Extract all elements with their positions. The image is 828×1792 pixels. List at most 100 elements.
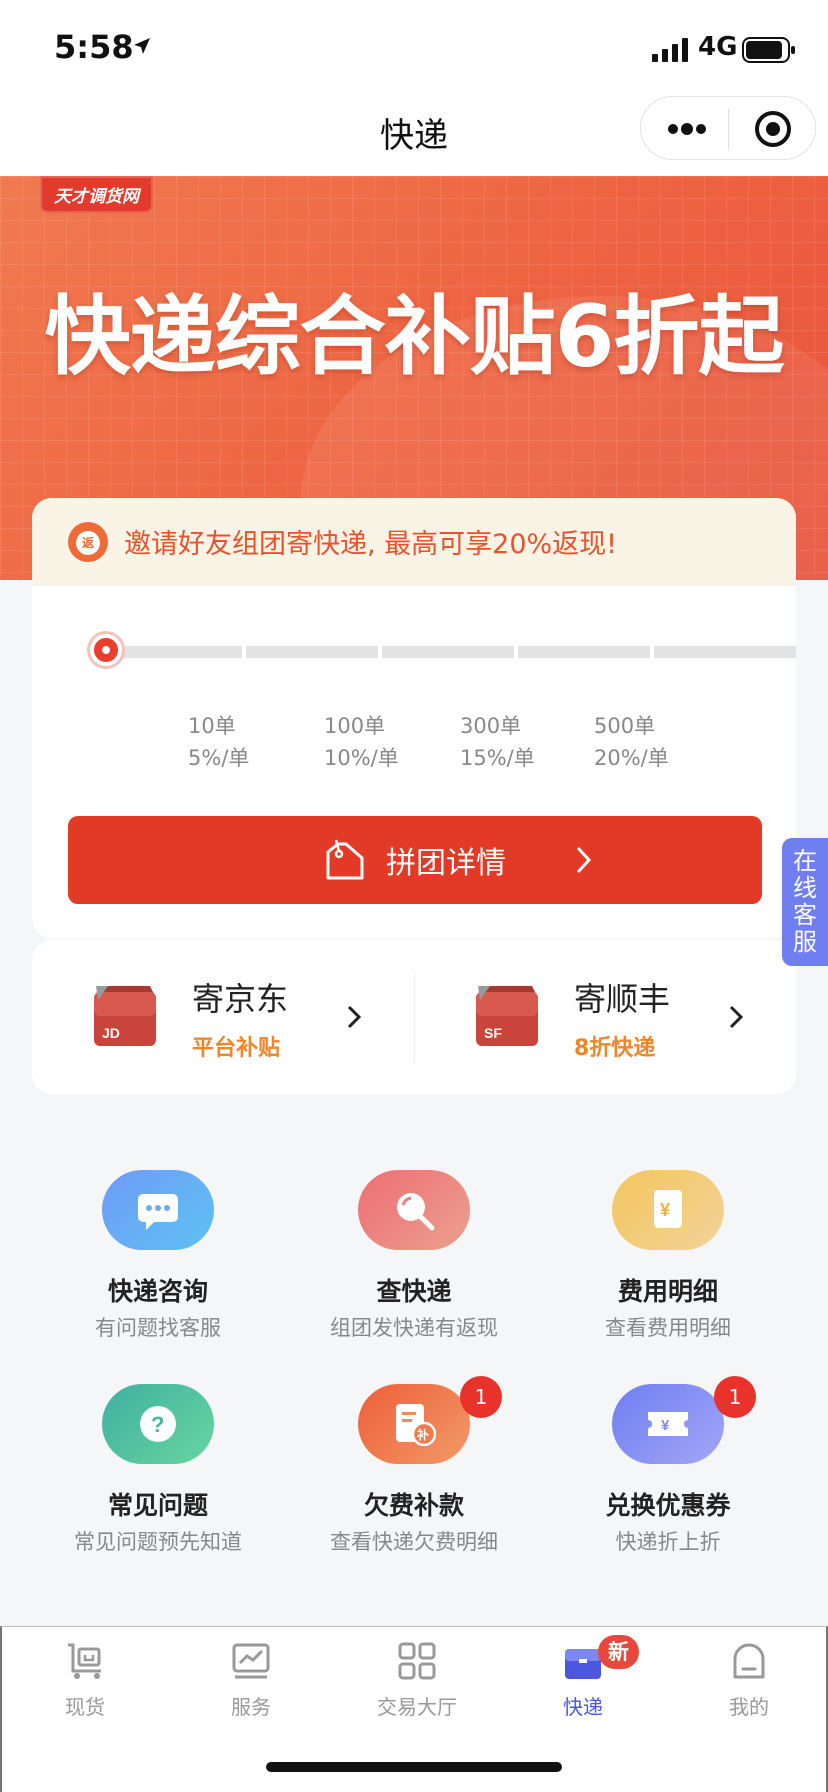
service-title: 费用明细 [617,1277,718,1306]
tier-orders: 100单 [324,714,386,738]
svg-text:?: ? [151,1412,164,1437]
courier-subtitle: 平台补贴 [192,1036,281,1061]
online-support-button[interactable]: 在线 客服 [782,838,828,966]
invite-strip[interactable]: 返 邀请好友组团寄快递, 最高可享20%返现! [32,498,796,586]
svg-text:补: 补 [416,1427,429,1442]
mini-program-capsule [640,96,816,160]
progress-marker [90,634,122,666]
network-type: 4G [698,32,738,62]
notification-badge: 1 [460,1376,502,1418]
banner-headline: 快递综合补贴6折起 [44,287,785,387]
coupon-icon: ¥ [612,1384,724,1464]
service-bill[interactable]: ¥ 费用明细 查看费用明细 [558,1170,778,1350]
service-faq[interactable]: ? 常见问题 常见问题预先知道 [48,1384,268,1564]
cashback-icon: 返 [68,522,108,562]
status-bar: 5:58 4G [0,0,828,96]
tier-item: 500单 20%/单 [594,710,669,774]
chart-icon [232,1643,270,1679]
courier-jd[interactable]: JD 寄京东 平台补贴 [32,940,414,1094]
tab-profile[interactable]: 我的 [666,1641,828,1731]
service-coupon[interactable]: ¥ 1 兑换优惠券 快递折上折 [558,1376,778,1564]
tab-label: 服务 [231,1695,271,1719]
service-subtitle: 有问题找客服 [95,1316,221,1340]
chat-icon [102,1170,214,1250]
battery-icon [742,37,795,63]
courier-subtitle: 8折快递 [574,1036,656,1061]
service-consult[interactable]: 快递咨询 有问题找客服 [48,1170,268,1350]
cart-icon [68,1643,101,1679]
svg-text:¥: ¥ [660,1200,670,1220]
group-details-label: 拼团详情 [386,846,506,881]
brand-logo: 天才调货网 [40,176,153,213]
chevron-right-icon [576,846,592,874]
tab-spot-goods[interactable]: 现货 [2,1641,168,1731]
service-title: 查快递 [376,1277,452,1306]
nav-bar: 快递 [0,96,828,176]
tab-express[interactable]: 新 快递 [500,1635,666,1731]
progress-segment [518,646,650,658]
repay-icon: 补 [358,1384,470,1464]
more-icon[interactable] [665,113,709,145]
grid-icon [398,1642,436,1680]
courier-name: 寄京东 [192,980,289,1018]
tier-rate: 10%/单 [324,746,399,770]
svg-text:¥: ¥ [661,1417,670,1434]
jd-box-icon: JD [94,986,156,1046]
service-subtitle: 查看快递欠费明细 [330,1530,498,1554]
new-badge: 新 [598,1635,639,1669]
tier-orders: 10单 [188,714,236,738]
service-title: 常见问题 [107,1491,208,1520]
tier-rate: 20%/单 [594,746,669,770]
service-subtitle: 组团发快递有返现 [330,1316,498,1340]
tab-label: 快递 [563,1695,603,1719]
courier-sf[interactable]: SF 寄顺丰 8折快递 [414,940,796,1094]
service-subtitle: 快递折上折 [615,1530,721,1554]
profile-icon [733,1643,765,1679]
tier-orders: 300单 [460,714,522,738]
tab-label: 现货 [65,1695,105,1719]
home-indicator [266,1762,562,1772]
close-target-icon[interactable] [753,109,793,149]
service-subtitle: 查看费用明细 [605,1316,731,1340]
service-track[interactable]: 查快递 组团发快递有返现 [304,1170,524,1350]
tier-rate: 5%/单 [188,746,250,770]
location-arrow-icon [134,38,150,54]
service-title: 兑换优惠券 [605,1491,731,1520]
service-title: 欠费补款 [363,1491,464,1520]
notification-badge: 1 [714,1376,756,1418]
courier-name: 寄顺丰 [574,980,671,1018]
tier-rate: 15%/单 [460,746,535,770]
express-icon [565,1649,601,1679]
courier-card: JD 寄京东 平台补贴 SF 寄顺丰 8折快递 [32,940,796,1094]
price-tag-icon [326,839,364,880]
tier-item: 10单 5%/单 [188,710,249,774]
progress-segment [246,646,378,658]
tab-services[interactable]: 服务 [168,1641,334,1731]
tab-trading-hall[interactable]: 交易大厅 [334,1641,500,1731]
status-time: 5:58 [54,28,134,66]
invite-text: 邀请好友组团寄快递, 最高可享20%返现! [124,529,617,560]
group-progress-bar [90,634,796,666]
progress-segment [382,646,514,658]
question-icon: ? [102,1384,214,1464]
tier-item: 100单 10%/单 [324,710,399,774]
tier-orders: 500单 [594,714,656,738]
chevron-right-icon [347,1005,362,1029]
search-icon [358,1170,470,1250]
svg-text:JD: JD [102,1025,120,1041]
group-buy-card: 返 邀请好友组团寄快递, 最高可享20%返现! 10单 5%/单 100单 10… [32,498,796,938]
service-title: 快递咨询 [107,1277,208,1306]
chevron-right-icon [729,1005,744,1029]
signal-icon [652,38,688,62]
progress-segment [654,646,796,658]
svg-text:SF: SF [484,1025,502,1041]
service-subtitle: 常见问题预先知道 [74,1530,242,1554]
tab-label: 我的 [729,1695,769,1719]
group-details-button[interactable]: 拼团详情 [68,816,762,904]
service-repay[interactable]: 补 1 欠费补款 查看快递欠费明细 [304,1376,524,1564]
bill-icon: ¥ [612,1170,724,1250]
tab-label: 交易大厅 [377,1695,457,1719]
sf-box-icon: SF [476,986,538,1046]
capsule-divider [728,109,729,149]
tier-item: 300单 15%/单 [460,710,535,774]
